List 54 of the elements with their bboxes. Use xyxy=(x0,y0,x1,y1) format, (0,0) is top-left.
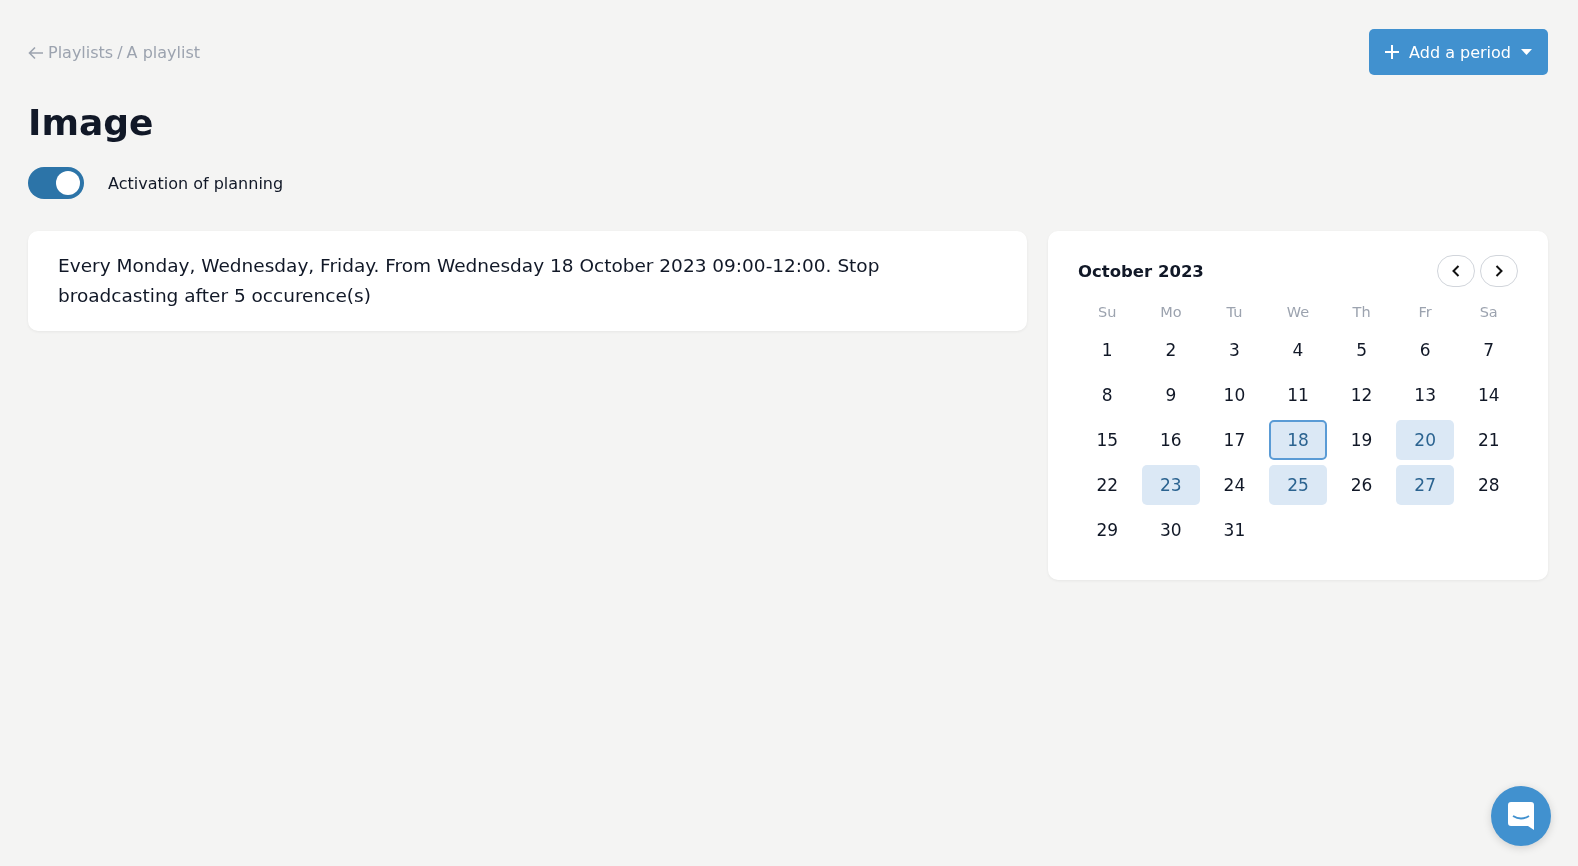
toggle-label: Activation of planning xyxy=(108,173,284,193)
calendar-day[interactable]: 27 xyxy=(1395,465,1455,505)
weekday-label: Tu xyxy=(1225,303,1244,322)
calendar-day[interactable]: 31 xyxy=(1205,510,1264,550)
page-title: Image xyxy=(28,101,155,145)
calendar-day[interactable]: 16 xyxy=(1141,420,1201,460)
weekday-label: Th xyxy=(1351,303,1372,322)
calendar-day[interactable]: 10 xyxy=(1205,375,1264,415)
previous-month-button[interactable] xyxy=(1437,255,1475,287)
month-title: October 2023 xyxy=(1078,261,1204,281)
calendar-day[interactable]: 18 xyxy=(1268,420,1328,460)
calendar-day[interactable]: 20 xyxy=(1395,420,1455,460)
calendar-day[interactable]: 5 xyxy=(1332,330,1391,370)
calendar-day[interactable]: 24 xyxy=(1205,465,1264,505)
calendar-day[interactable]: 12 xyxy=(1332,375,1391,415)
calendar-day[interactable]: 26 xyxy=(1332,465,1391,505)
calendar-day[interactable]: 28 xyxy=(1459,465,1518,505)
weekday-label: Mo xyxy=(1159,303,1183,322)
calendar-day[interactable]: 8 xyxy=(1078,375,1137,415)
weekday-label: Fr xyxy=(1417,303,1433,322)
calendar-day[interactable]: 25 xyxy=(1268,465,1328,505)
plus-icon xyxy=(1385,45,1400,59)
weekday-label: We xyxy=(1285,303,1311,322)
chevron-left-icon xyxy=(1452,265,1460,277)
breadcrumb-separator: / xyxy=(117,43,123,62)
calendar-day[interactable]: 3 xyxy=(1205,330,1264,370)
calendar-day[interactable]: 15 xyxy=(1078,420,1137,460)
weekday-label: Sa xyxy=(1478,303,1499,322)
calendar-day[interactable]: 14 xyxy=(1459,375,1518,415)
calendar-day[interactable]: 4 xyxy=(1268,330,1328,370)
calendar-day[interactable]: 7 xyxy=(1459,330,1518,370)
next-month-button[interactable] xyxy=(1480,255,1518,287)
chevron-right-icon xyxy=(1495,265,1503,277)
calendar-day[interactable]: 6 xyxy=(1395,330,1455,370)
calendar-day[interactable]: 2 xyxy=(1141,330,1201,370)
calendar-day[interactable]: 23 xyxy=(1141,465,1201,505)
calendar-day[interactable]: 29 xyxy=(1078,510,1137,550)
calendar-day[interactable]: 11 xyxy=(1268,375,1328,415)
calendar-day[interactable]: 13 xyxy=(1395,375,1455,415)
calendar-day[interactable]: 30 xyxy=(1141,510,1201,550)
calendar-day[interactable]: 22 xyxy=(1078,465,1137,505)
back-arrow-icon[interactable] xyxy=(28,45,44,60)
calendar-day[interactable]: 1 xyxy=(1078,330,1137,370)
schedule-description: Every Monday, Wednesday, Friday. From Wednesday 18 October 2023 09:00-12:00. Stop broadcasting after 5 occurence(s) xyxy=(28,231,1027,331)
calendar-day[interactable]: 17 xyxy=(1205,420,1264,460)
calendar-day[interactable]: 9 xyxy=(1141,375,1201,415)
breadcrumb-current: A playlist xyxy=(126,43,200,62)
calendar-day[interactable]: 21 xyxy=(1459,420,1518,460)
calendar-day[interactable]: 19 xyxy=(1332,420,1391,460)
weekday-label: Su xyxy=(1097,303,1118,322)
caret-icon xyxy=(1521,49,1532,55)
chat-bubble-icon xyxy=(1508,802,1534,830)
planning-toggle[interactable] xyxy=(28,167,84,199)
chat-button[interactable] xyxy=(1491,786,1551,846)
